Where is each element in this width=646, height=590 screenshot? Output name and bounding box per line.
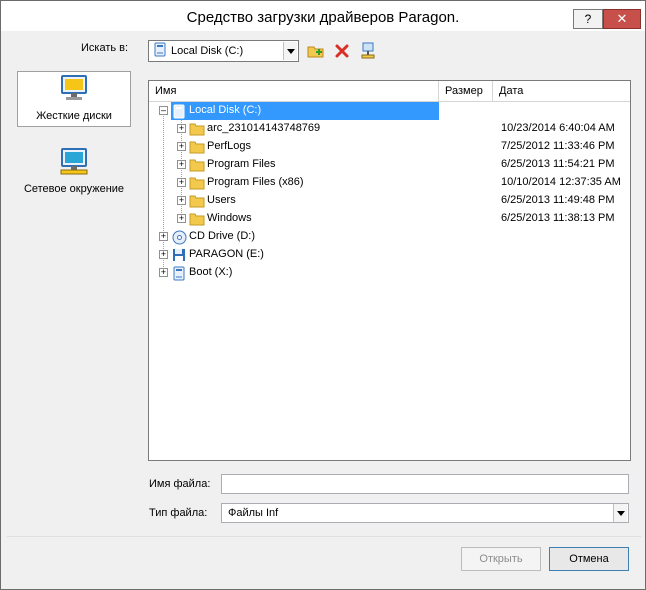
drive-icon: [171, 265, 187, 281]
window-title: Средство загрузки драйверов Paragon.: [186, 9, 460, 26]
new-folder-icon: [307, 43, 325, 62]
expand-toggle[interactable]: +: [177, 214, 186, 223]
cd-drive-icon: [171, 229, 187, 245]
tree-header: Имя Размер Дата: [149, 81, 630, 102]
place-network[interactable]: Сетевое окружение: [17, 145, 131, 201]
filename-input[interactable]: [221, 474, 629, 494]
tree-row-date: 6/25/2013 11:54:21 PM: [501, 158, 615, 170]
expand-toggle[interactable]: +: [177, 178, 186, 187]
folder-icon: [189, 157, 205, 173]
tree-row-folder[interactable]: + Program Files 6/25/2013 11:54:21 PM: [149, 156, 630, 174]
divider: [7, 536, 641, 537]
expand-toggle[interactable]: +: [177, 160, 186, 169]
new-folder-button[interactable]: [307, 43, 325, 61]
lookin-value: Local Disk (C:): [171, 45, 244, 57]
delete-icon: [334, 43, 350, 62]
expand-toggle[interactable]: +: [159, 250, 168, 259]
filetype-value: Файлы Inf: [228, 507, 279, 519]
filetype-dropdown[interactable]: Файлы Inf: [221, 503, 629, 523]
folder-icon: [189, 139, 205, 155]
tree-row-label: CD Drive (D:): [189, 230, 255, 242]
place-label: Жесткие диски: [36, 110, 112, 122]
drive-icon: [154, 42, 166, 60]
folder-icon: [189, 175, 205, 191]
tree-row-folder[interactable]: + Windows 6/25/2013 11:38:13 PM: [149, 210, 630, 228]
tree-row-drive-e[interactable]: + PARAGON (E:): [149, 246, 630, 264]
dialog-window: Средство загрузки драйверов Paragon. ? ✕…: [0, 0, 646, 590]
tree-row-label: PerfLogs: [207, 140, 252, 152]
collapse-toggle[interactable]: –: [159, 106, 168, 115]
delete-button[interactable]: [333, 43, 351, 61]
floppy-icon: [171, 247, 187, 263]
help-button[interactable]: ?: [573, 9, 603, 29]
tree-row-label: Program Files: [207, 158, 276, 170]
tree-row-date: 6/25/2013 11:49:48 PM: [501, 194, 615, 206]
expand-toggle[interactable]: +: [177, 196, 186, 205]
tree-row-date: 10/10/2014 12:37:35 AM: [501, 176, 621, 188]
expand-toggle[interactable]: +: [177, 124, 186, 133]
folder-icon: [189, 121, 205, 137]
tree-row-date: 6/25/2013 11:38:13 PM: [501, 212, 615, 224]
places-bar: Жесткие диски Сетевое окружение: [17, 71, 133, 211]
folder-icon: [189, 193, 205, 209]
expand-toggle[interactable]: +: [177, 142, 186, 151]
column-header-size[interactable]: Размер: [439, 81, 493, 101]
tree-row-label: arc_231014143748769: [207, 122, 321, 134]
close-button[interactable]: ✕: [603, 9, 641, 29]
drive-icon: [171, 103, 187, 119]
dialog-body: Искать в: Local Disk (C:) Жесткие диски …: [7, 31, 641, 585]
tree-row-folder[interactable]: + Program Files (x86) 10/10/2014 12:37:3…: [149, 174, 630, 192]
column-header-name[interactable]: Имя: [149, 81, 439, 101]
lookin-dropdown[interactable]: Local Disk (C:): [148, 40, 299, 62]
hard-drives-icon: [57, 72, 91, 107]
place-label: Сетевое окружение: [23, 183, 125, 195]
cancel-button[interactable]: Отмена: [549, 547, 629, 571]
expand-toggle[interactable]: +: [159, 268, 168, 277]
filename-label: Имя файла:: [149, 478, 211, 490]
title-bar: Средство загрузки драйверов Paragon. ? ✕: [1, 1, 645, 31]
file-tree-view[interactable]: Имя Размер Дата – Local Disk (C:) + arc_…: [148, 80, 631, 461]
tree-row-folder[interactable]: + Users 6/25/2013 11:49:48 PM: [149, 192, 630, 210]
expand-toggle[interactable]: +: [159, 232, 168, 241]
tree-row-date: 7/25/2012 11:33:46 PM: [501, 140, 615, 152]
tree-row-label: Windows: [207, 212, 252, 224]
network-drive-icon: [360, 42, 376, 63]
tree-row-drive-x[interactable]: + Boot (X:): [149, 264, 630, 282]
tree-row-label: Local Disk (C:): [189, 104, 262, 116]
tree-row-label: PARAGON (E:): [189, 248, 264, 260]
filetype-label: Тип файла:: [149, 507, 208, 519]
tree-row-drive-c[interactable]: – Local Disk (C:): [149, 102, 630, 120]
tree-row-date: 10/23/2014 6:40:04 AM: [501, 122, 615, 134]
tree-row-label: Boot (X:): [189, 266, 233, 278]
column-header-date[interactable]: Дата: [493, 81, 630, 101]
tree-row-label: Users: [207, 194, 236, 206]
place-hard-drives[interactable]: Жесткие диски: [17, 71, 131, 127]
chevron-down-icon[interactable]: [283, 42, 297, 60]
lookin-label: Искать в:: [81, 42, 129, 54]
tree-row-folder[interactable]: + arc_231014143748769 10/23/2014 6:40:04…: [149, 120, 630, 138]
tree-row-drive-d[interactable]: + CD Drive (D:): [149, 228, 630, 246]
chevron-down-icon[interactable]: [613, 504, 627, 522]
tree-row-label: Program Files (x86): [207, 176, 304, 188]
folder-icon: [189, 211, 205, 227]
open-button[interactable]: Открыть: [461, 547, 541, 571]
map-network-button[interactable]: [359, 42, 377, 63]
tree-row-folder[interactable]: + PerfLogs 7/25/2012 11:33:46 PM: [149, 138, 630, 156]
network-icon: [57, 145, 91, 180]
